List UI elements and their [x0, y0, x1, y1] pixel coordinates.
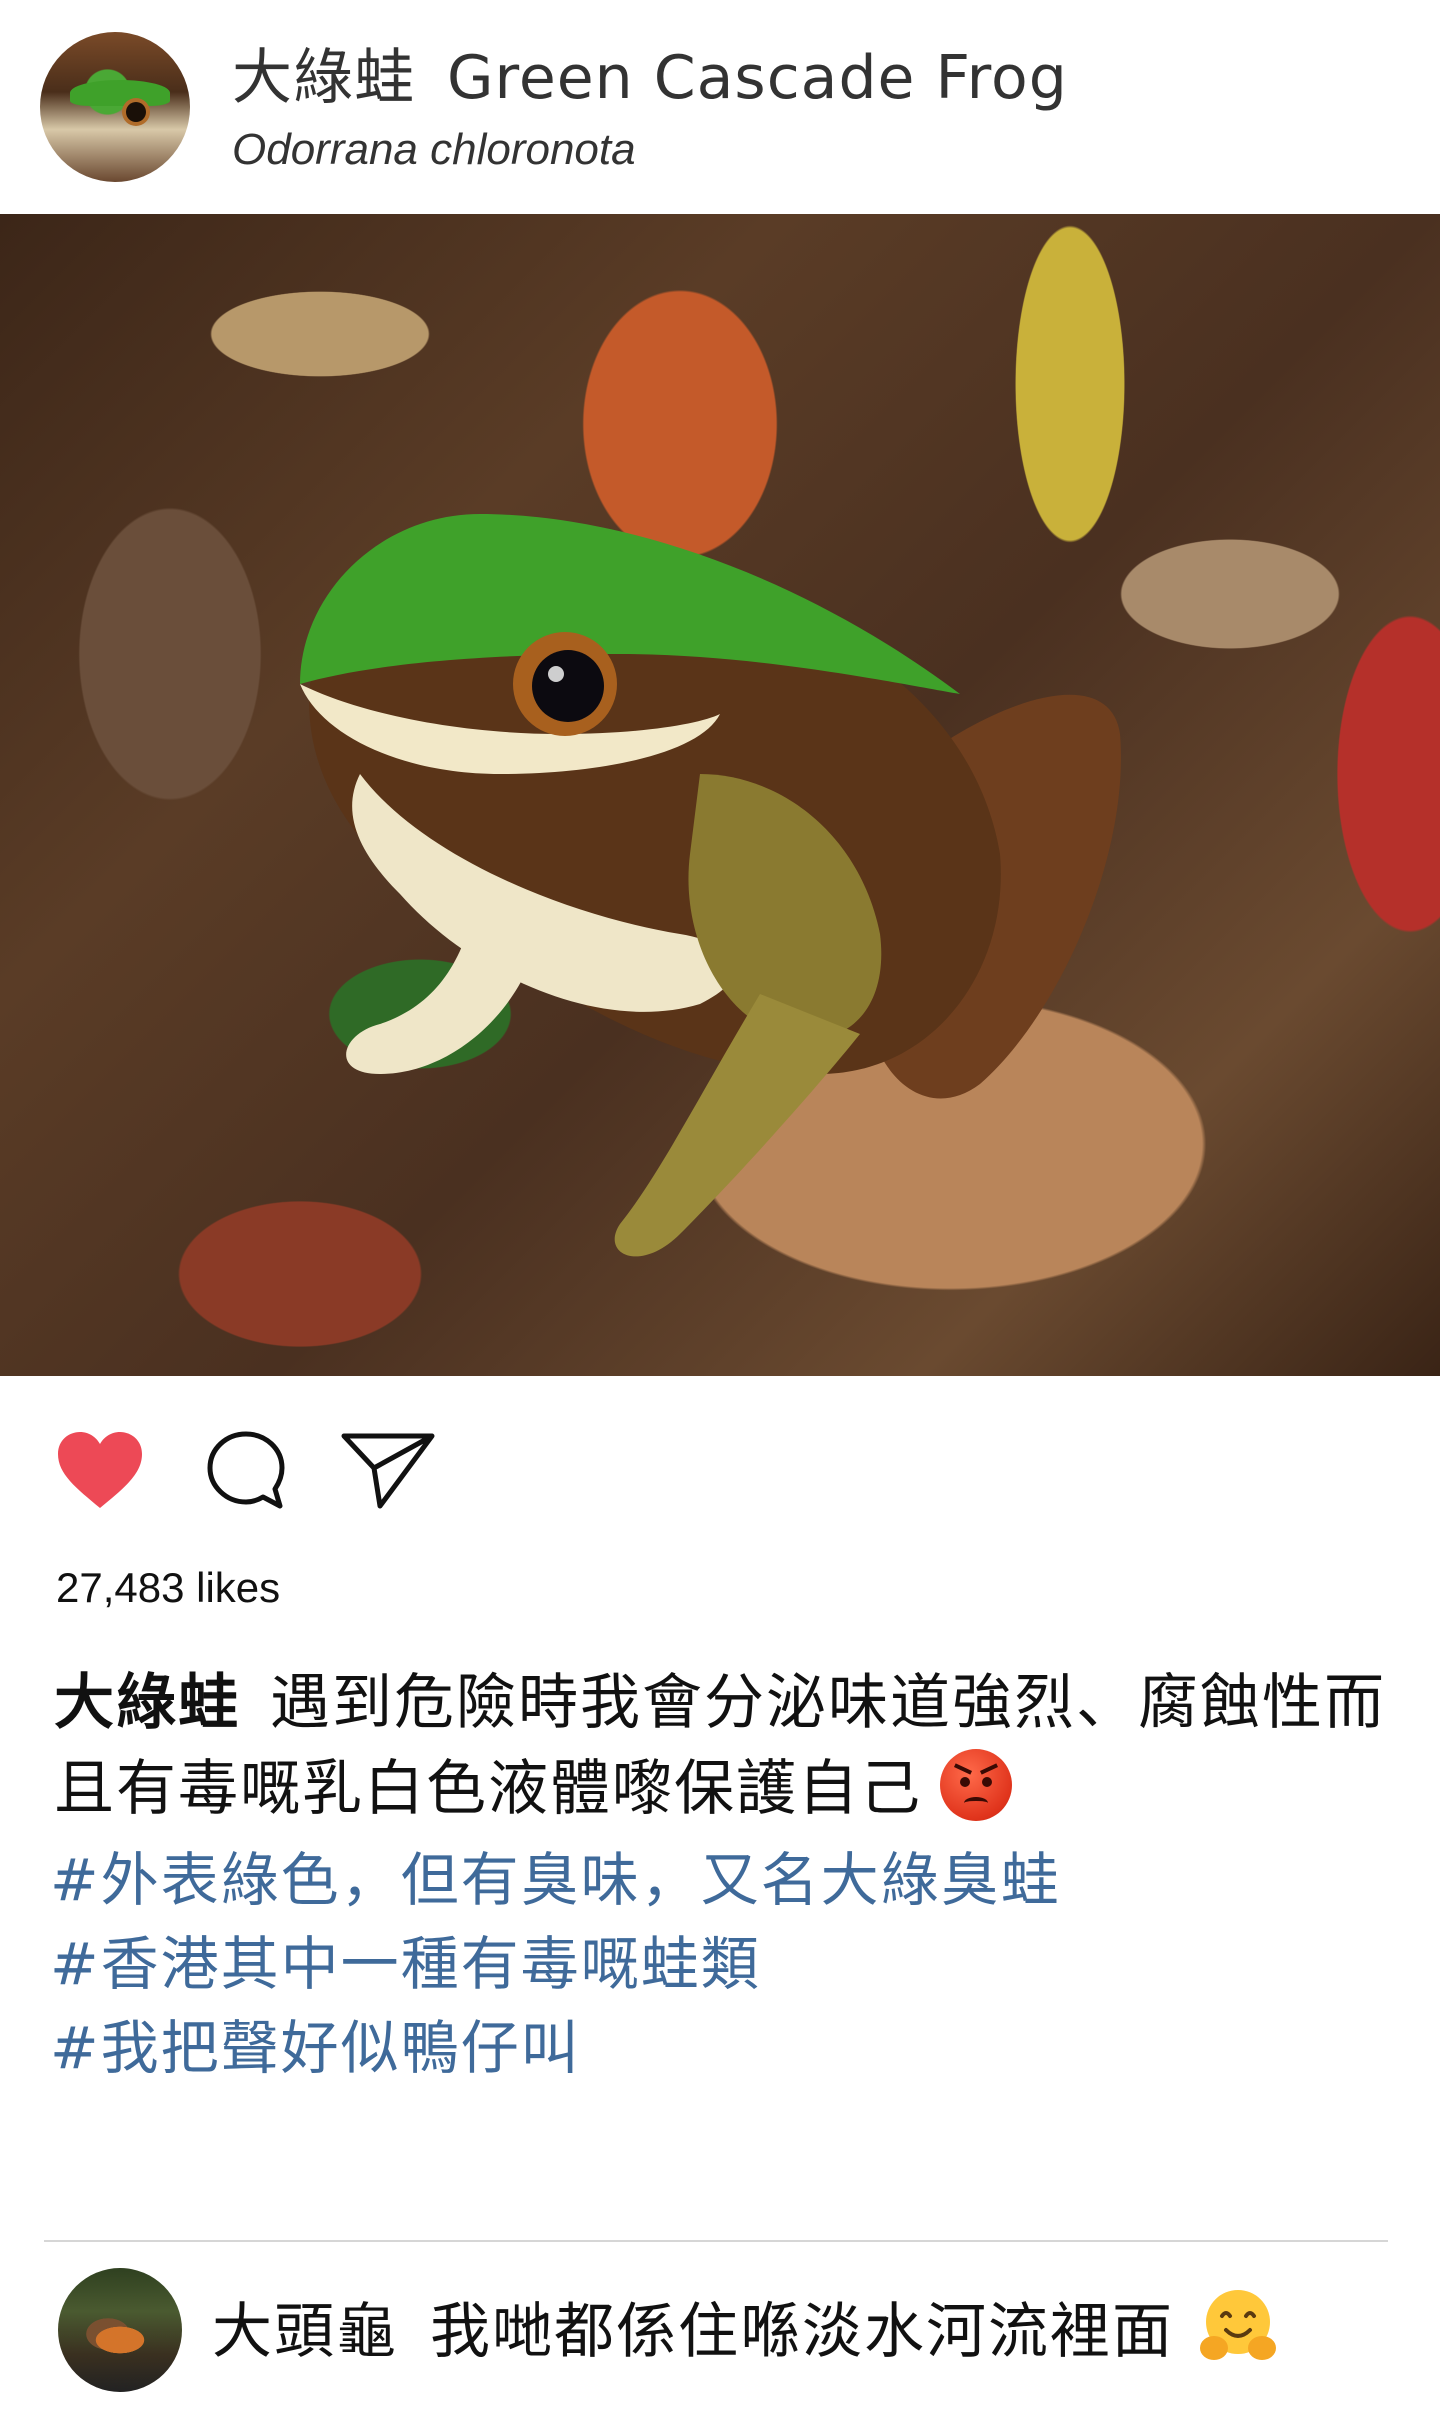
comment-author[interactable]: 大頭龜 [212, 2297, 398, 2367]
scientific-name: Odorrana chloronota [232, 125, 636, 174]
post-actions [0, 1420, 1440, 1530]
heart-icon [58, 1432, 142, 1508]
avatar-frog-head [70, 80, 170, 106]
caption-text: 遇到危險時我會分泌味道強烈、腐蝕性而且有毒嘅乳白色液體嚟保護自己 [54, 1668, 1386, 1824]
frog-eye-highlight [548, 666, 564, 682]
avatar-frog-eye [126, 102, 146, 122]
profile-avatar[interactable] [40, 32, 190, 182]
profile-name[interactable]: 大綠蛙 Green Cascade Frog [232, 40, 1068, 116]
post-photo[interactable] [0, 214, 1440, 1376]
share-button[interactable] [338, 1420, 438, 1520]
comment-text: 我哋都係住喺淡水河流裡面 [430, 2297, 1174, 2367]
post-header: 大綠蛙 Green Cascade Frog Odorrana chloronot… [0, 0, 1440, 214]
profile-name-en: Green Cascade Frog [447, 43, 1068, 113]
frog-illustration [300, 514, 1121, 1257]
comment-bubble-icon [207, 1431, 285, 1509]
send-paper-plane-icon [341, 1433, 435, 1509]
commenter-avatar[interactable] [58, 2268, 182, 2392]
caption-author[interactable]: 大綠蛙 [54, 1668, 240, 1738]
hugging-face-emoji-icon [1200, 2290, 1276, 2360]
comment-divider [44, 2240, 1388, 2242]
angry-face-emoji-icon [940, 1749, 1012, 1821]
frog-eye-pupil [532, 650, 604, 722]
hashtag-link[interactable]: #香港其中一種有毒嘅蛙類 [50, 1922, 1410, 2006]
hashtag-link[interactable]: #外表綠色，但有臭味，又名大綠臭蛙 [50, 1838, 1410, 1922]
hashtag-link[interactable]: #我把聲好似鴨仔叫 [50, 2006, 1410, 2090]
post-caption: 大綠蛙 遇到危險時我會分泌味道強烈、腐蝕性而且有毒嘅乳白色液體嚟保護自己 [54, 1660, 1394, 1832]
likes-count[interactable]: 27,483 likes [56, 1560, 280, 1616]
comment-button[interactable] [196, 1420, 296, 1520]
like-button[interactable] [50, 1420, 150, 1520]
hashtag-list: #外表綠色，但有臭味，又名大綠臭蛙 #香港其中一種有毒嘅蛙類 #我把聲好似鴨仔叫 [50, 1838, 1410, 2090]
comment-content: 大頭龜 我哋都係住喺淡水河流裡面 [212, 2286, 1278, 2375]
profile-name-cn: 大綠蛙 [232, 43, 415, 113]
comment-row: 大頭龜 我哋都係住喺淡水河流裡面 [0, 2258, 1440, 2428]
